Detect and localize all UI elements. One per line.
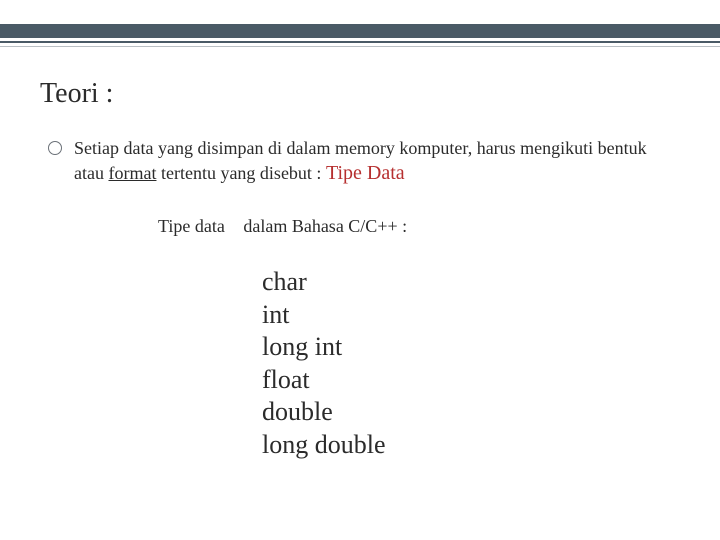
types-list: char int long int float double long doub… — [262, 266, 386, 461]
subheading-label: Tipe data — [158, 216, 225, 237]
page-title: Teori : — [40, 78, 113, 110]
bullet-tail: tertentu yang disebut : — [161, 163, 321, 183]
list-item: float — [262, 364, 386, 397]
header-rule-thick — [0, 24, 720, 38]
bullet-text: Setiap data yang disimpan di dalam memor… — [74, 136, 668, 187]
body-text: Setiap data yang disimpan di dalam memor… — [48, 136, 668, 187]
list-item: char — [262, 266, 386, 299]
bullet-underlined: format — [108, 163, 156, 183]
list-item: double — [262, 396, 386, 429]
bullet-emph: Tipe Data — [326, 162, 405, 184]
list-item: long int — [262, 331, 386, 364]
subheading-after: dalam Bahasa C/C++ : — [243, 216, 407, 237]
slide: Teori : Setiap data yang disimpan di dal… — [0, 0, 720, 540]
bullet-item: Setiap data yang disimpan di dalam memor… — [48, 136, 668, 187]
subheading: Tipe data dalam Bahasa C/C++ : — [158, 216, 407, 237]
header-rule-thin — [0, 41, 720, 43]
header-rule-hairline — [0, 46, 720, 47]
list-item: long double — [262, 429, 386, 462]
list-item: int — [262, 299, 386, 332]
bullet-circle-icon — [48, 141, 62, 155]
